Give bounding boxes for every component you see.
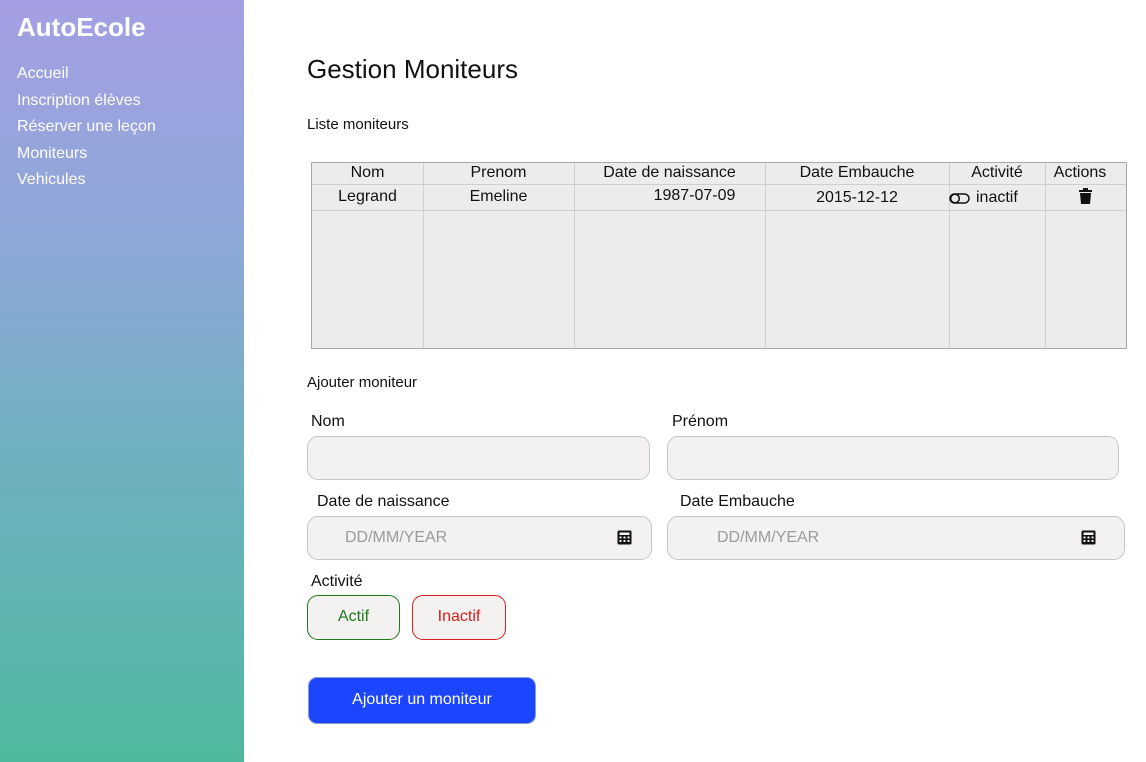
calendar-icon[interactable] [1081,530,1096,545]
date-naissance-input[interactable] [307,516,652,560]
table-cell-prenom: Emeline [469,188,528,205]
add-moniteur-button[interactable]: Ajouter un moniteur [308,677,536,724]
sidebar-item-moniteurs[interactable]: Moniteurs [17,143,156,170]
sidebar-nav: Accueil Inscription élèves Réserver une … [17,63,156,196]
app-brand: AutoEcole [17,12,146,42]
date-embauche-label: Date Embauche [680,493,795,510]
table-cell-activite: inactif [976,189,1018,206]
sidebar-item-accueil[interactable]: Accueil [17,63,156,90]
table-header-activite: Activité [971,164,1023,181]
table-cell-date-naissance: 1987-07-09 [653,187,736,204]
date-naissance-label: Date de naissance [317,493,450,510]
table-header-nom: Nom [350,164,385,181]
prenom-label: Prénom [672,413,729,430]
prenom-input[interactable] [667,436,1119,480]
table-cell-nom: Legrand [338,188,397,205]
sidebar-item-reserver-lecon[interactable]: Réserver une leçon [17,116,156,143]
inactif-button[interactable]: Inactif [412,595,506,640]
sidebar-item-inscription-eleves[interactable]: Inscription élèves [17,90,156,117]
form-section-title: Ajouter moniteur [307,374,418,391]
page-title: Gestion Moniteurs [307,54,518,84]
activite-label: Activité [311,573,363,590]
toggle-icon[interactable] [949,193,970,204]
table-cell-date-embauche: 2015-12-12 [816,189,898,206]
actif-button[interactable]: Actif [307,595,400,640]
table-header-prenom: Prenom [470,164,527,181]
sidebar: AutoEcole Accueil Inscription élèves Rés… [0,0,244,762]
table-header-date-naissance: Date de naissance [603,164,736,181]
moniteurs-table: Nom Prenom Date de naissance Date Embauc… [311,162,1127,349]
trash-icon[interactable] [1079,188,1092,204]
row-divider [312,184,1126,185]
row-divider [312,210,1126,211]
table-header-date-embauche: Date Embauche [799,164,915,181]
table-header-actions: Actions [1053,164,1107,181]
sidebar-item-vehicules[interactable]: Vehicules [17,169,156,196]
column-divider [949,163,950,348]
list-section-title: Liste moniteurs [307,116,409,133]
nom-input[interactable] [307,436,650,480]
nom-label: Nom [311,413,345,430]
column-divider [1045,163,1046,348]
calendar-icon[interactable] [617,530,632,545]
date-embauche-input[interactable] [667,516,1125,560]
